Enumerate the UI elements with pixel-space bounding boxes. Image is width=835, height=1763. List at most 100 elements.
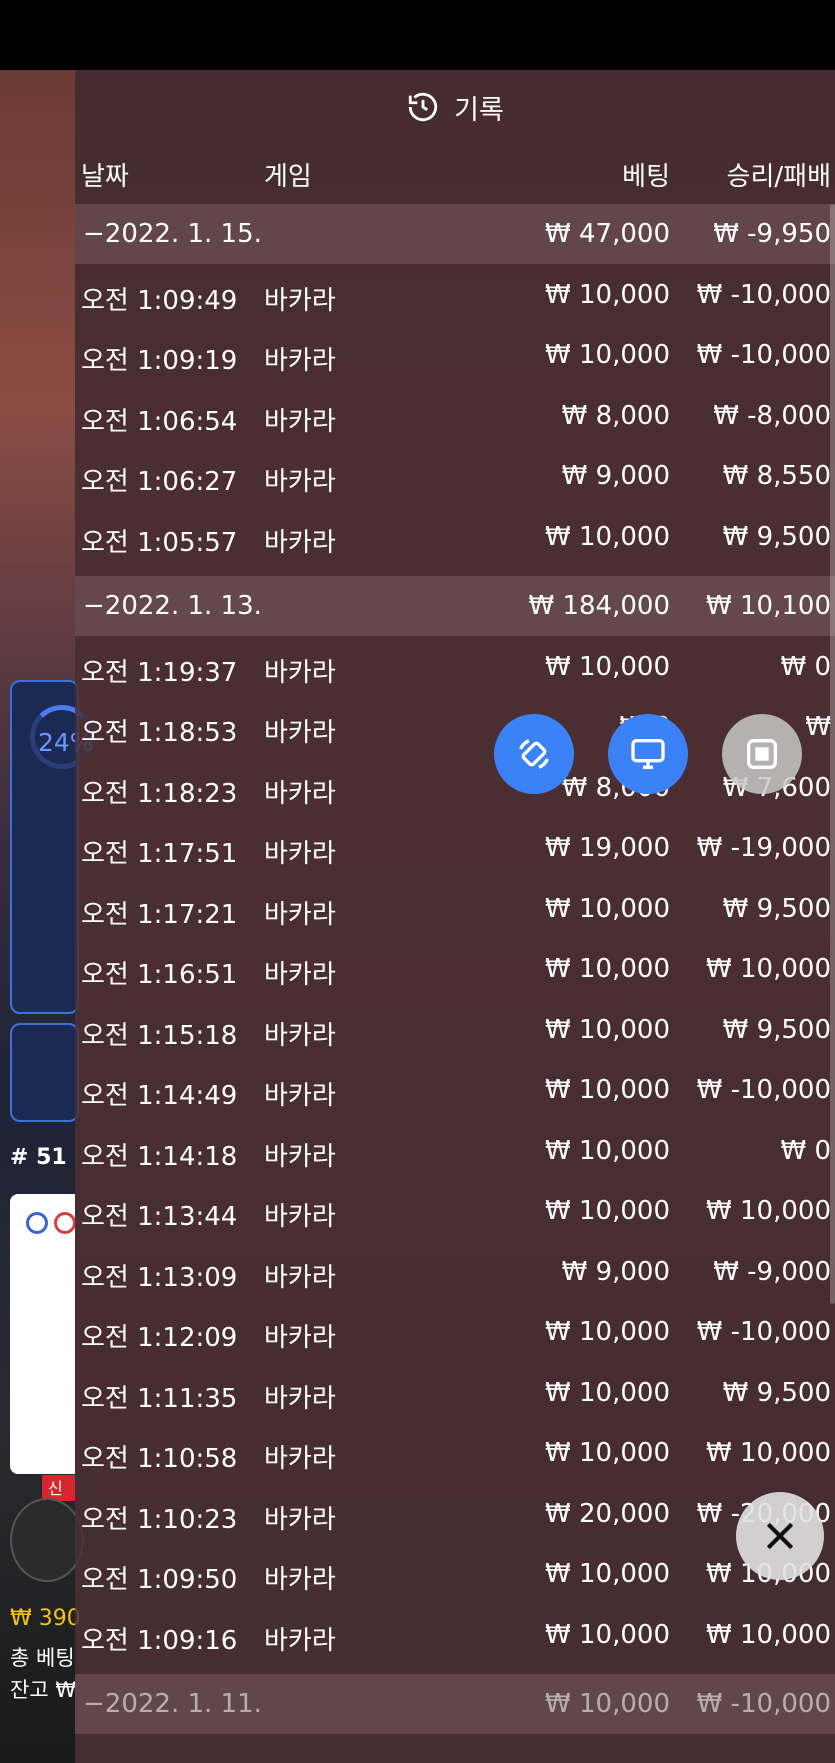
row-bet: ₩ 10,000 xyxy=(545,279,670,310)
row-bet: ₩ 10,000 xyxy=(545,1075,670,1105)
row-result: ₩ 0 xyxy=(780,651,831,682)
pip-icon xyxy=(747,739,777,769)
row-result: ₩ 10,000 xyxy=(706,954,831,984)
row-time: 오전 1:06:54 xyxy=(81,406,238,437)
rotate-icon xyxy=(519,739,549,769)
row-bet: ₩ 10,000 xyxy=(545,1135,670,1166)
row-bet: ₩ 10,000 xyxy=(545,1438,670,1468)
group-bet: ₩ 184,000 xyxy=(528,591,671,621)
group-date: −2022. 1. 13. xyxy=(83,591,262,621)
history-row[interactable]: 오전 1:06:27 바카라 ₩ 9,000 ₩ 8,550 xyxy=(75,446,835,506)
history-row[interactable]: 오전 1:05:57 바카라 ₩ 10,000 ₩ 9,500 xyxy=(75,507,835,567)
balance-label: 잔고 ₩ xyxy=(10,1678,77,1702)
row-result: ₩ 8,550 xyxy=(722,461,831,491)
side-money: ₩ 390 xyxy=(10,1606,81,1631)
row-bet: ₩ 10,000 xyxy=(545,1559,670,1589)
row-time: 오전 1:13:09 xyxy=(81,1262,238,1293)
row-game: 바카라 xyxy=(264,1323,336,1353)
history-row[interactable]: 오전 1:11:35 바카라 ₩ 10,000 ₩ 9,500 xyxy=(75,1363,835,1423)
row-result: ₩ -8,000 xyxy=(713,400,831,431)
date-group-row[interactable]: −2022. 1. 13. ₩ 184,000 ₩ 10,100 xyxy=(75,576,835,636)
row-bet: ₩ 10,000 xyxy=(545,1196,670,1226)
row-result: ₩ 10,000 xyxy=(706,1196,831,1226)
date-group-row[interactable]: −2022. 1. 11. ₩ 10,000 ₩ -10,000 xyxy=(75,1674,835,1734)
row-time: 오전 1:06:27 xyxy=(81,467,238,497)
column-headers: 날짜 게임 베팅 승리/패배 xyxy=(75,144,835,204)
history-row[interactable]: 오전 1:09:19 바카라 ₩ 10,000 ₩ -10,000 xyxy=(75,325,835,385)
row-game: 바카라 xyxy=(264,839,336,869)
row-game: 바카라 xyxy=(264,1081,336,1111)
row-game: 바카라 xyxy=(264,467,336,497)
date-group-row[interactable]: −2022. 1. 15. ₩ 47,000 ₩ -9,950 xyxy=(75,204,835,264)
history-row[interactable]: 오전 1:18:23 바카라 ₩ 8,000 ₩ 7,600 xyxy=(75,758,835,818)
row-bet: ₩ 9,000 xyxy=(561,461,670,491)
row-game: 바카라 xyxy=(264,1383,336,1414)
group-result: ₩ -10,000 xyxy=(696,1689,831,1719)
row-time: 오전 1:09:49 xyxy=(81,285,238,316)
row-time: 오전 1:11:35 xyxy=(81,1383,238,1414)
row-game: 바카라 xyxy=(264,527,336,558)
history-row[interactable]: 오전 1:17:21 바카라 ₩ 10,000 ₩ 9,500 xyxy=(75,879,835,939)
pip-button[interactable] xyxy=(722,714,802,794)
history-row[interactable]: 오전 1:09:50바카라₩ 10,000₩ 10,000 xyxy=(75,1544,835,1604)
group-result: ₩ -9,950 xyxy=(713,219,831,249)
screen-button[interactable] xyxy=(608,714,688,794)
row-game: 바카라 xyxy=(264,1444,336,1474)
history-row[interactable]: 오전 1:16:51 바카라 ₩ 10,000 ₩ 10,000 xyxy=(75,939,835,999)
history-row[interactable]: 오전 1:14:18 바카라 ₩ 10,000 ₩ 0 xyxy=(75,1121,835,1181)
col-game: 게임 xyxy=(264,162,312,192)
row-result: ₩ -10,000 xyxy=(696,279,831,310)
row-result: ₩ -10,000 xyxy=(696,1075,831,1105)
row-result: ₩ -10,000 xyxy=(696,1317,831,1347)
row-result: ₩ 9,500 xyxy=(722,893,831,924)
row-game: 바카라 xyxy=(264,1504,336,1535)
row-bet: ₩ 20,000 xyxy=(545,1498,670,1529)
row-result: ₩ -10,000 xyxy=(696,340,831,370)
scrollbar[interactable] xyxy=(830,204,835,1304)
chip-button[interactable] xyxy=(10,1498,84,1582)
history-row[interactable]: 오전 1:09:16 바카라 ₩ 10,000 ₩ 10,000 xyxy=(75,1605,835,1665)
history-title: 기록 xyxy=(454,94,504,126)
col-date: 날짜 xyxy=(81,162,129,192)
history-row[interactable]: 오전 1:18:53바카라₩ 8₩ xyxy=(75,697,835,757)
row-result: ₩ xyxy=(805,712,831,742)
history-row[interactable]: 오전 1:06:54 바카라 ₩ 8,000 ₩ -8,000 xyxy=(75,386,835,446)
row-time: 오전 1:18:23 xyxy=(81,778,238,809)
history-row[interactable]: 오전 1:13:09 바카라 ₩ 9,000 ₩ -9,000 xyxy=(75,1242,835,1302)
close-icon xyxy=(766,1522,794,1550)
history-row[interactable]: 오전 1:19:37 바카라 ₩ 10,000 ₩ 0 xyxy=(75,637,835,697)
row-bet: ₩ 10,000 xyxy=(545,651,670,682)
row-game: 바카라 xyxy=(264,1565,336,1595)
history-row[interactable]: 오전 1:12:09 바카라 ₩ 10,000 ₩ -10,000 xyxy=(75,1302,835,1362)
col-bet: 베팅 xyxy=(622,162,670,192)
close-button[interactable] xyxy=(736,1492,824,1580)
row-time: 오전 1:13:44 xyxy=(81,1202,238,1232)
row-bet: ₩ 10,000 xyxy=(545,1014,670,1045)
history-row[interactable]: 오전 1:09:49 바카라 ₩ 10,000 ₩ -10,000 xyxy=(75,265,835,325)
row-time: 오전 1:10:58 xyxy=(81,1444,238,1474)
row-bet: ₩ 10,000 xyxy=(545,1377,670,1408)
row-bet: ₩ 10,000 xyxy=(545,521,670,552)
group-date: −2022. 1. 11. xyxy=(83,1689,262,1719)
row-result: ₩ 9,500 xyxy=(722,1377,831,1408)
row-time: 오전 1:05:57 xyxy=(81,527,238,558)
row-bet: ₩ 8,000 xyxy=(561,400,670,431)
row-game: 바카라 xyxy=(264,778,336,809)
row-game: 바카라 xyxy=(264,1020,336,1051)
row-result: ₩ 9,500 xyxy=(722,1014,831,1045)
row-time: 오전 1:09:50 xyxy=(81,1565,238,1595)
col-result: 승리/패배 xyxy=(726,162,831,192)
history-row[interactable]: 오전 1:14:49 바카라 ₩ 10,000 ₩ -10,000 xyxy=(75,1060,835,1120)
rotate-button[interactable] xyxy=(494,714,574,794)
row-bet: ₩ 10,000 xyxy=(545,893,670,924)
history-row[interactable]: 오전 1:15:18 바카라 ₩ 10,000 ₩ 9,500 xyxy=(75,1000,835,1060)
row-game: 바카라 xyxy=(264,657,336,688)
row-bet: ₩ 10,000 xyxy=(545,954,670,984)
history-row[interactable]: 오전 1:10:23바카라₩ 20,000₩ -20,000 xyxy=(75,1484,835,1544)
history-row[interactable]: 오전 1:10:58 바카라 ₩ 10,000 ₩ 10,000 xyxy=(75,1423,835,1483)
row-time: 오전 1:15:18 xyxy=(81,1020,238,1051)
history-row[interactable]: 오전 1:13:44 바카라 ₩ 10,000 ₩ 10,000 xyxy=(75,1181,835,1241)
history-row[interactable]: 오전 1:17:51 바카라 ₩ 19,000 ₩ -19,000 xyxy=(75,818,835,878)
row-time: 오전 1:14:18 xyxy=(81,1141,238,1172)
row-game: 바카라 xyxy=(264,406,336,437)
